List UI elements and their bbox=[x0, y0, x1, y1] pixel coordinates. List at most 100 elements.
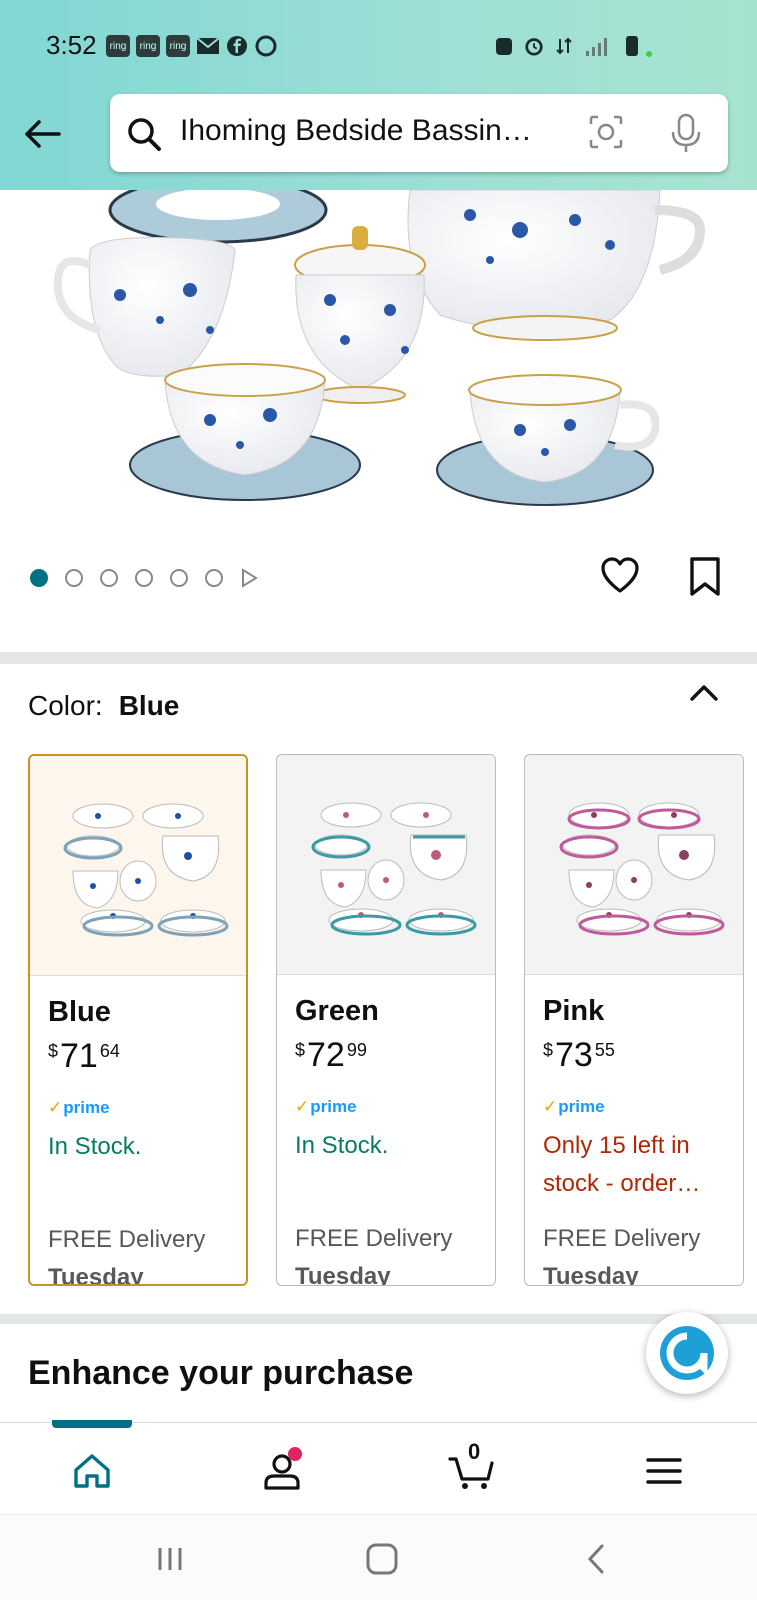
prime-check-icon: ✓ bbox=[295, 1097, 310, 1116]
bookmark-icon bbox=[690, 557, 720, 596]
play-video-icon[interactable] bbox=[240, 568, 258, 588]
price-whole: 71 bbox=[60, 1037, 98, 1075]
heart-icon bbox=[601, 557, 639, 593]
facebook-icon bbox=[227, 36, 247, 56]
color-swatch-green[interactable]: Green $72 99 ✓prime In Stock. FREE Delive… bbox=[276, 754, 496, 1286]
search-input[interactable]: Ihoming Bedside Bassin… bbox=[110, 94, 728, 172]
swatch-thumbnail bbox=[277, 755, 495, 975]
stock-status-low: Only 15 left in stock - order… bbox=[543, 1132, 701, 1197]
alexa-icon bbox=[660, 1326, 714, 1380]
tea-set-thumbnail-image bbox=[63, 803, 229, 936]
stock-status: In Stock. bbox=[295, 1132, 389, 1159]
carousel-dot[interactable] bbox=[135, 569, 153, 587]
swatch-info: Blue $71 64 ✓prime In Stock. FREE Deliver… bbox=[30, 976, 246, 1286]
camera-lens-icon[interactable] bbox=[586, 112, 626, 152]
color-selector-header: Color: Blue bbox=[28, 690, 179, 722]
signal-icon bbox=[586, 38, 607, 56]
color-label: Color: bbox=[28, 690, 103, 721]
data-icon bbox=[556, 37, 572, 55]
swatch-price: $71 64 bbox=[48, 1037, 228, 1076]
color-swatch-pink[interactable]: Pink $73 55 ✓prime Only 15 left in stock … bbox=[524, 754, 744, 1286]
delivery-day: Tuesday bbox=[543, 1263, 639, 1286]
prime-label: prime bbox=[63, 1098, 110, 1117]
price-cents: 64 bbox=[99, 1041, 120, 1061]
prime-label: prime bbox=[558, 1097, 605, 1116]
swatch-price: $73 55 bbox=[543, 1036, 725, 1075]
price-currency: $ bbox=[543, 1040, 554, 1060]
app-header: 3:52 ring ring ring Ihoming Bedside Bass… bbox=[0, 0, 757, 190]
prime-badge: ✓prime bbox=[543, 1097, 725, 1117]
carousel-dot[interactable] bbox=[100, 569, 118, 587]
enhance-purchase-heading: Enhance your purchase bbox=[28, 1354, 414, 1392]
chevron-left-icon bbox=[587, 1544, 604, 1574]
status-bar: 3:52 ring ring ring bbox=[0, 0, 757, 90]
nav-home-button[interactable] bbox=[68, 1447, 116, 1495]
tea-set-illustration bbox=[53, 190, 706, 506]
swatch-name: Green bbox=[295, 995, 379, 1027]
home-square-icon bbox=[366, 1543, 398, 1575]
swatch-name: Pink bbox=[543, 995, 605, 1027]
recycle-icon bbox=[496, 38, 512, 55]
delivery-day: Tuesday bbox=[295, 1263, 391, 1286]
save-bookmark-button[interactable] bbox=[688, 556, 732, 600]
swatch-price: $72 99 bbox=[295, 1036, 477, 1075]
recent-apps-icon bbox=[158, 1548, 182, 1570]
ring-icon: ring bbox=[106, 35, 130, 57]
cart-count-badge: 0 bbox=[468, 1439, 481, 1464]
battery-icon bbox=[626, 36, 652, 57]
swatch-name: Blue bbox=[48, 996, 111, 1028]
menu-icon bbox=[646, 1458, 682, 1484]
home-icon bbox=[74, 1454, 110, 1488]
tea-set-thumbnail-image bbox=[311, 802, 477, 935]
arrow-left-icon bbox=[25, 120, 61, 148]
status-time: 3:52 bbox=[46, 30, 97, 60]
delivery-text: FREE Delivery bbox=[543, 1225, 701, 1252]
swatch-thumbnail bbox=[525, 755, 743, 975]
carousel-dot[interactable] bbox=[205, 569, 223, 587]
bottom-navigation: 0 bbox=[0, 1420, 757, 1514]
collapse-color-button[interactable] bbox=[688, 682, 728, 712]
alarm-icon bbox=[525, 38, 543, 56]
mail-icon bbox=[196, 37, 220, 54]
ring-icon: ring bbox=[166, 35, 190, 57]
price-cents: 55 bbox=[594, 1040, 615, 1060]
delivery-text: FREE Delivery bbox=[295, 1225, 453, 1252]
add-to-wishlist-button[interactable] bbox=[600, 556, 644, 600]
home-system-button[interactable] bbox=[362, 1539, 402, 1579]
nav-menu-button[interactable] bbox=[640, 1447, 688, 1495]
notification-dot bbox=[288, 1447, 302, 1461]
price-cents: 99 bbox=[346, 1040, 367, 1060]
nav-cart-button[interactable]: 0 bbox=[448, 1439, 496, 1495]
chevron-up-icon bbox=[690, 685, 718, 701]
recent-apps-button[interactable] bbox=[150, 1539, 190, 1579]
section-divider bbox=[0, 1314, 757, 1324]
image-carousel-dots[interactable] bbox=[30, 568, 258, 588]
delivery-text: FREE Delivery bbox=[48, 1226, 206, 1253]
color-swatch-blue[interactable]: Blue $71 64 ✓prime In Stock. FREE Deliver… bbox=[28, 754, 248, 1286]
swatch-info: Green $72 99 ✓prime In Stock. FREE Delive… bbox=[277, 975, 495, 1286]
carousel-dot[interactable] bbox=[65, 569, 83, 587]
search-query: Ihoming Bedside Bassin… bbox=[180, 114, 532, 147]
nav-account-button[interactable] bbox=[258, 1447, 306, 1495]
delivery-day: Tuesday bbox=[48, 1264, 144, 1286]
ring-icon: ring bbox=[136, 35, 160, 57]
notification-icons: ring ring ring bbox=[106, 34, 278, 58]
back-system-button[interactable] bbox=[576, 1539, 616, 1579]
alexa-button[interactable] bbox=[646, 1312, 728, 1394]
stock-status: In Stock. bbox=[48, 1133, 142, 1160]
active-tab-indicator bbox=[52, 1420, 132, 1428]
carousel-dot[interactable] bbox=[170, 569, 188, 587]
circle-app-icon bbox=[255, 35, 277, 57]
back-button[interactable] bbox=[20, 112, 64, 156]
tea-set-thumbnail-image bbox=[559, 802, 725, 935]
search-icon bbox=[128, 118, 161, 151]
prime-badge: ✓prime bbox=[295, 1097, 477, 1117]
prime-label: prime bbox=[310, 1097, 357, 1116]
prime-check-icon: ✓ bbox=[543, 1097, 558, 1116]
product-image-tea-set[interactable] bbox=[0, 190, 757, 530]
carousel-dot-active[interactable] bbox=[30, 569, 48, 587]
price-currency: $ bbox=[48, 1041, 59, 1061]
swatch-thumbnail bbox=[30, 756, 246, 976]
microphone-icon[interactable] bbox=[666, 112, 706, 154]
price-whole: 72 bbox=[307, 1036, 345, 1074]
